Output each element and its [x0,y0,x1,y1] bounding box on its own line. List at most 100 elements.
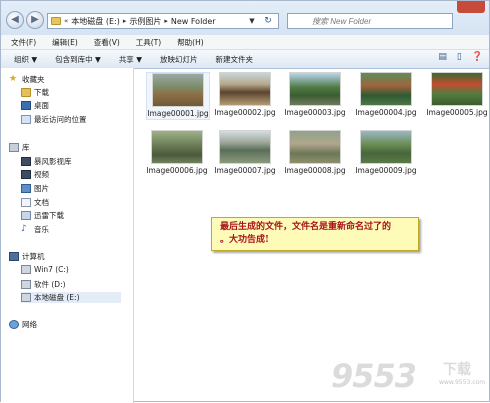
organize-button[interactable]: 组织 ▼ [1,54,46,65]
thunder-download-icon [21,211,31,220]
back-button[interactable]: ◀ [6,11,24,29]
file-item[interactable]: Image00004.jpg [355,72,417,118]
file-item[interactable]: Image00006.jpg [146,130,208,176]
nav-label: 最近访问的位置 [34,115,87,124]
nav-favorites[interactable]: ★ 收藏夹 [9,74,45,85]
file-name: Image00007.jpg [214,166,276,175]
nav-drive-c[interactable]: Win7 (C:) [21,265,69,274]
nav-label: 网络 [22,320,37,329]
file-item[interactable]: Image00009.jpg [355,130,417,176]
nav-pictures[interactable]: 图片 [21,183,49,194]
file-item[interactable]: Image00005.jpg [426,72,488,118]
view-controls: ▤ ▯ ❓ [438,52,483,62]
include-in-library-button[interactable]: 包含到库中 ▼ [46,54,110,65]
nav-downloads[interactable]: 下载 [21,87,49,98]
navigation-pane: ★ 收藏夹 下载 桌面 最近访问的位置 库 暴风影视库 视频 图片 文档 迅雷下… [1,68,134,403]
menu-bar: 文件(F) 编辑(E) 查看(V) 工具(T) 帮助(H) [1,35,489,49]
search-input[interactable] [287,13,453,29]
nav-label: 下载 [34,88,49,97]
music-icon: ♪ [21,224,27,234]
file-item[interactable]: Image00002.jpg [214,72,276,118]
nav-label: 暴风影视库 [34,157,72,166]
nav-network[interactable]: 网络 [9,319,37,330]
address-field[interactable]: « 本地磁盘 (E:) ▸ 示例图片 ▸ New Folder ▼ ↻ [47,13,279,29]
forward-button[interactable]: ▶ [26,11,44,29]
file-name: Image00003.jpg [284,108,346,117]
file-item[interactable]: Image00001.jpg [146,72,210,120]
documents-icon [21,198,31,207]
nav-thunder-downloads[interactable]: 迅雷下载 [21,210,64,221]
menu-edit[interactable]: 编辑(E) [42,37,84,48]
image-thumbnail [289,130,341,164]
breadcrumb-sample-pictures[interactable]: 示例图片 [127,16,163,27]
nav-documents[interactable]: 文档 [21,197,49,208]
nav-computer[interactable]: 计算机 [9,251,45,262]
nav-label: 软件 (D:) [34,280,66,289]
file-name: Image00005.jpg [426,108,488,117]
watermark-sub: 下载 [443,362,471,378]
nav-storm-video[interactable]: 暴风影视库 [21,156,72,167]
video-library-icon [21,157,31,166]
file-item[interactable]: Image00007.jpg [214,130,276,176]
menu-file[interactable]: 文件(F) [1,37,42,48]
recent-places-icon [21,115,31,124]
menu-tools[interactable]: 工具(T) [126,37,167,48]
image-thumbnail [151,130,203,164]
file-item[interactable]: Image00003.jpg [284,72,346,118]
nav-label: 迅雷下载 [34,211,64,220]
file-item[interactable]: Image00008.jpg [284,130,346,176]
image-thumbnail [219,72,271,106]
nav-label: 计算机 [22,252,45,261]
file-name: Image00008.jpg [284,166,346,175]
menu-help[interactable]: 帮助(H) [167,37,210,48]
nav-desktop[interactable]: 桌面 [21,100,49,111]
callout-line-1: 最后生成的文件，文件名是重新命名过了的 [220,222,392,232]
close-window-button[interactable] [457,1,485,13]
preview-pane-icon[interactable]: ▯ [457,52,462,62]
drive-icon [21,265,31,274]
image-thumbnail [152,73,204,107]
annotation-callout: 最后生成的文件，文件名是重新命名过了的 。大功告成! [211,217,419,251]
image-thumbnail [289,72,341,106]
nav-libraries[interactable]: 库 [9,142,30,153]
site-watermark-logo: 9553 下载 www.9553.com [331,357,485,397]
image-thumbnail [431,72,483,106]
breadcrumb-drive[interactable]: 本地磁盘 (E:) [69,16,122,27]
nav-drive-d[interactable]: 软件 (D:) [21,279,66,290]
nav-recent-places[interactable]: 最近访问的位置 [21,114,87,125]
nav-drive-e[interactable]: 本地磁盘 (E:) [21,292,121,303]
nav-label: 库 [22,143,30,152]
file-name: Image00002.jpg [214,108,276,117]
libraries-icon [9,143,19,152]
refresh-icon[interactable]: ↻ [261,14,275,28]
address-bar-area: ◀ ▶ « 本地磁盘 (E:) ▸ 示例图片 ▸ New Folder ▼ ↻ … [1,1,489,36]
watermark-main: 9553 [331,357,417,395]
help-icon[interactable]: ❓ [472,52,483,62]
computer-icon [9,252,19,261]
change-view-icon[interactable]: ▤ [438,52,447,62]
nav-videos[interactable]: 视频 [21,169,49,180]
new-folder-button[interactable]: 新建文件夹 [206,54,262,65]
network-icon [9,320,19,329]
pictures-icon [21,184,31,193]
drive-icon [21,293,31,302]
image-thumbnail [219,130,271,164]
address-dropdown-icon[interactable]: ▼ [246,14,258,28]
file-name: Image00006.jpg [146,166,208,175]
nav-label: 图片 [34,184,49,193]
star-icon: ★ [9,74,18,84]
videos-icon [21,170,31,179]
explorer-window: ◀ ▶ « 本地磁盘 (E:) ▸ 示例图片 ▸ New Folder ▼ ↻ … [0,0,490,403]
menu-view[interactable]: 查看(V) [84,37,126,48]
breadcrumb-new-folder[interactable]: New Folder [169,17,218,26]
nav-label: Win7 (C:) [34,265,69,274]
image-thumbnail [360,72,412,106]
downloads-folder-icon [21,88,31,97]
file-name: Image00004.jpg [355,108,417,117]
callout-line-2: 。大功告成! [220,235,269,245]
slideshow-button[interactable]: 放映幻灯片 [151,54,207,65]
nav-music[interactable]: ♪ 音乐 [21,224,49,235]
folder-icon [51,17,61,25]
command-bar: 组织 ▼ 包含到库中 ▼ 共享 ▼ 放映幻灯片 新建文件夹 ▤ ▯ ❓ [1,49,489,69]
share-button[interactable]: 共享 ▼ [110,54,151,65]
